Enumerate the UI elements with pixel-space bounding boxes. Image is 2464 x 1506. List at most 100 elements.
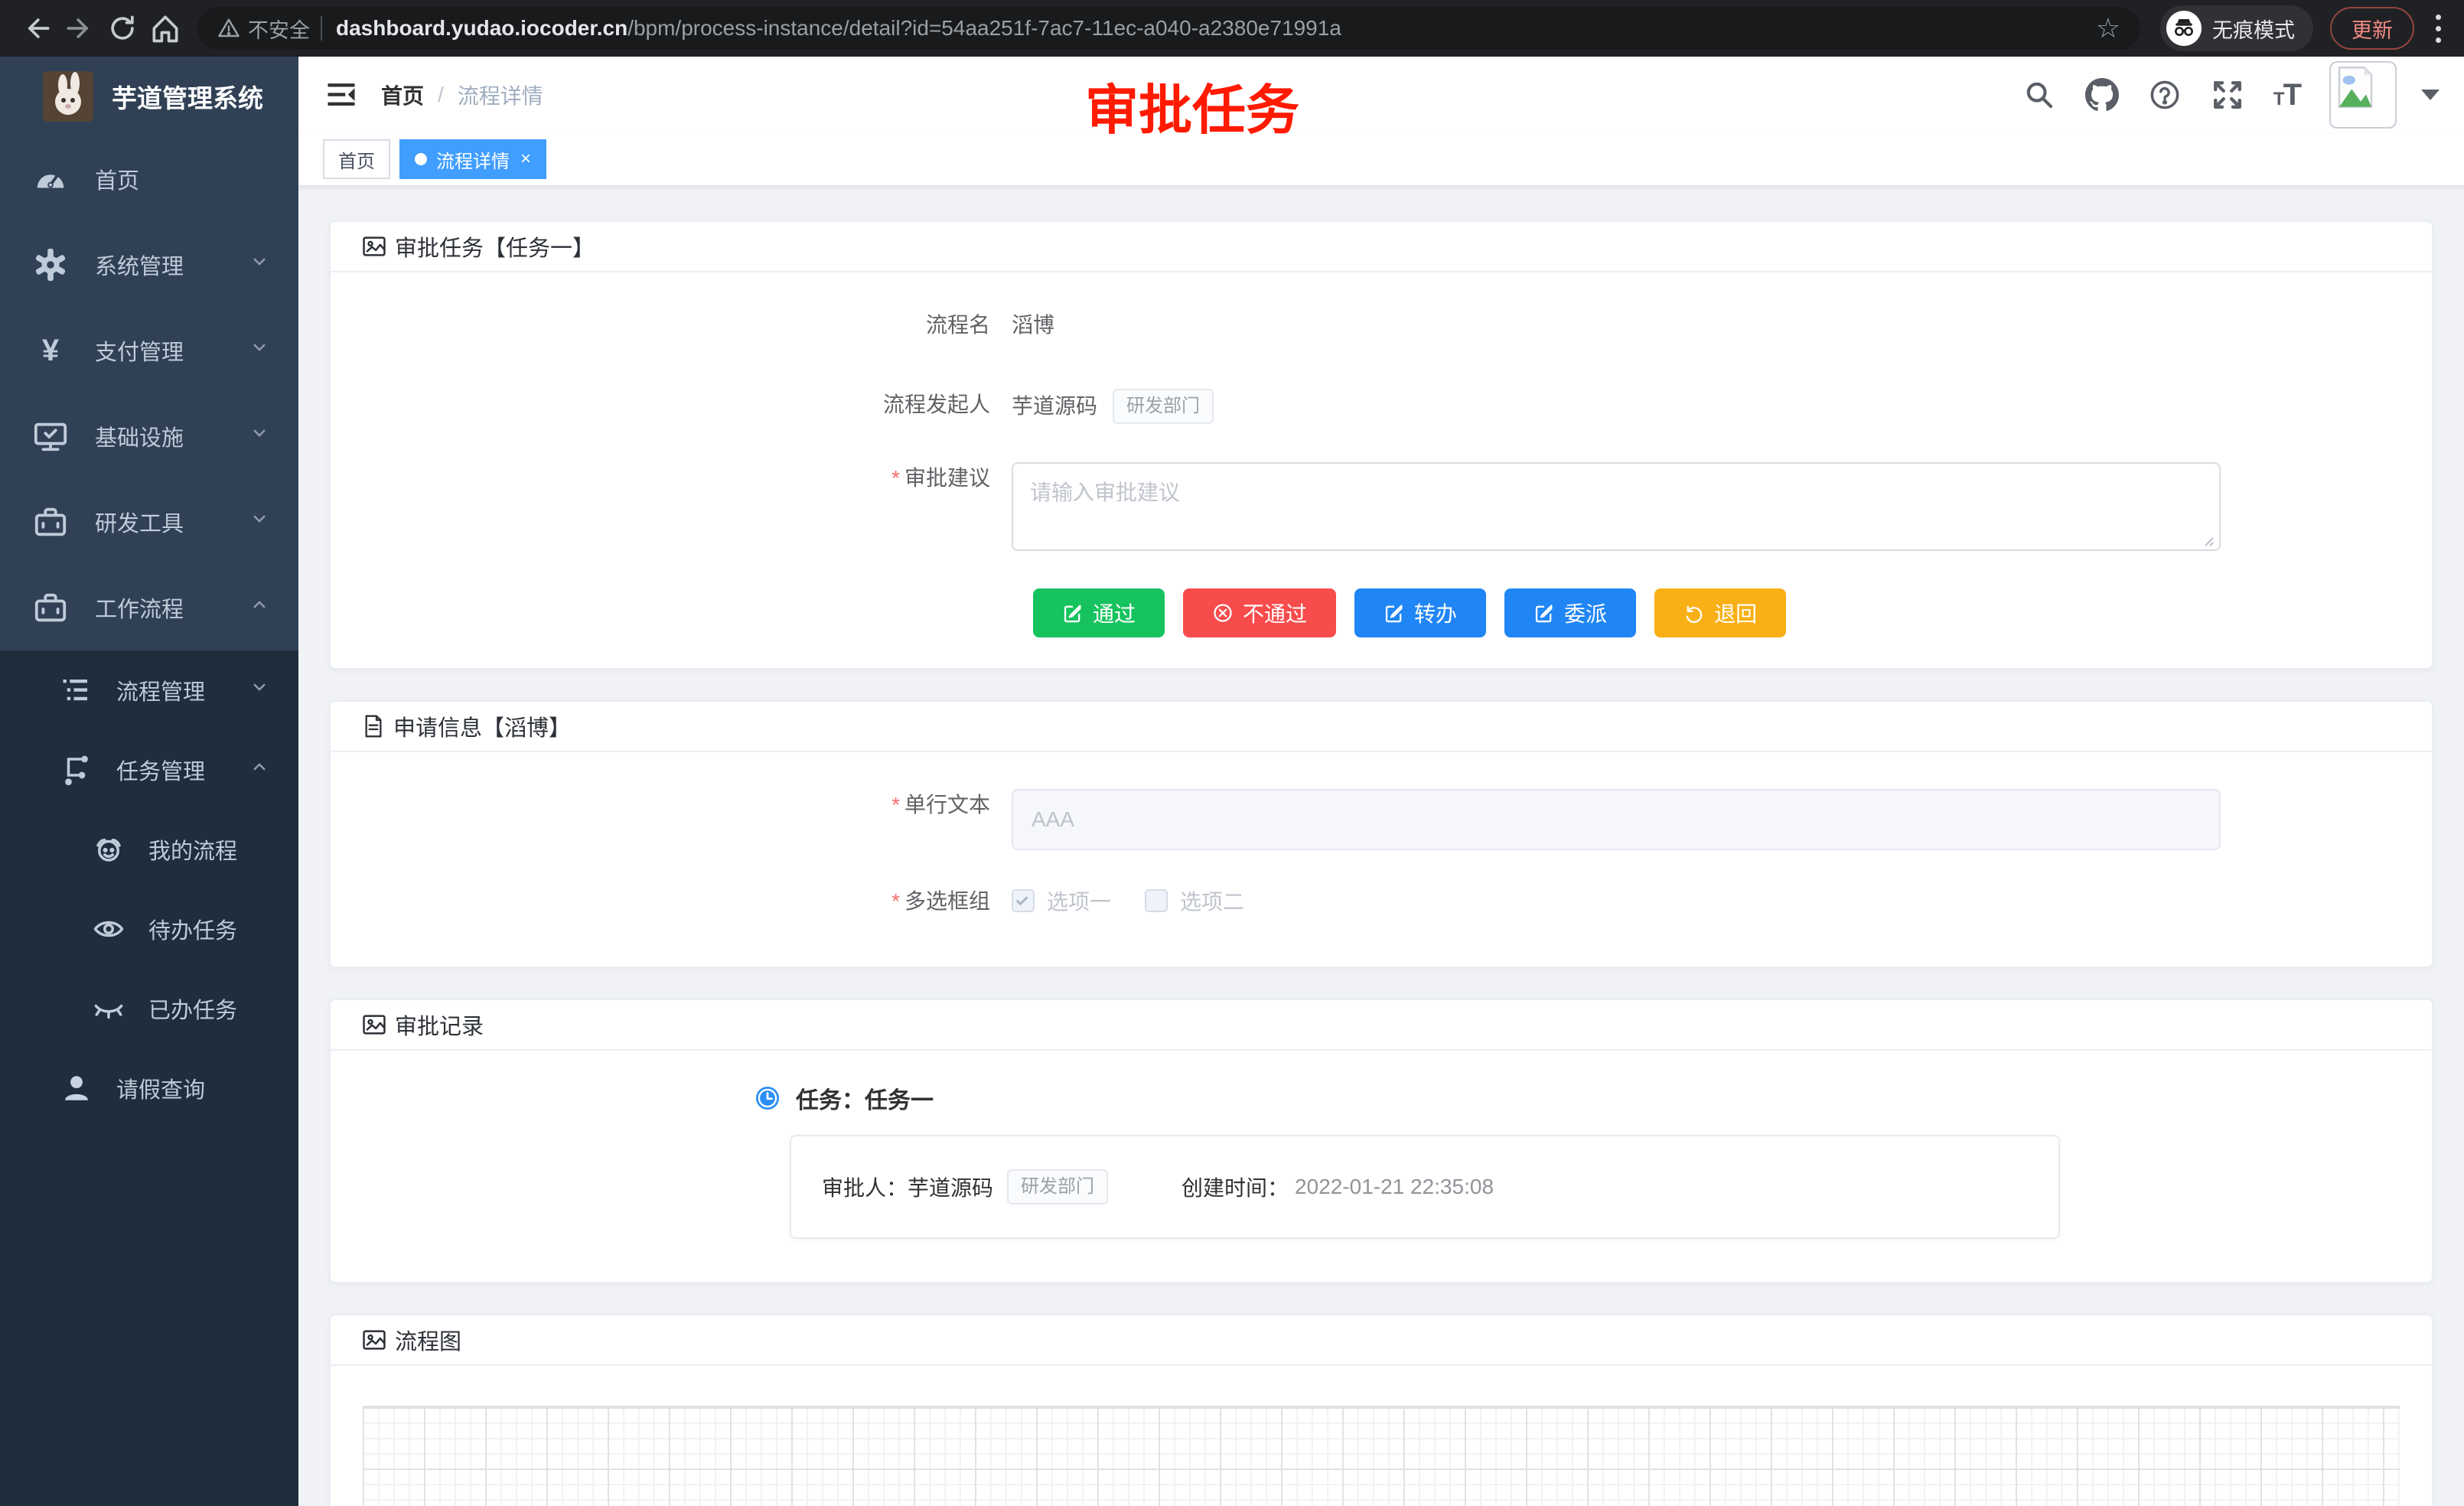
monitor-icon (32, 418, 69, 455)
edit-icon (1062, 602, 1084, 624)
process-name-label: 流程名 (361, 309, 1012, 341)
app-title: 芋道管理系统 (112, 78, 263, 115)
fullscreen-icon[interactable] (2211, 78, 2244, 112)
org-tree-icon (60, 753, 93, 787)
dashboard-icon (32, 161, 69, 197)
sidebar-item-payment[interactable]: ¥ 支付管理 (0, 308, 298, 393)
sidebar-item-label: 已办任务 (148, 993, 237, 1025)
active-tab-dot (415, 153, 427, 165)
card-title: 流程图 (395, 1324, 461, 1356)
approver-value: 芋道源码 (908, 1172, 993, 1202)
reject-button[interactable]: 不通过 (1183, 588, 1336, 637)
created-value: 2022-01-21 22:35:08 (1295, 1175, 1494, 1199)
incognito-icon (2166, 11, 2202, 46)
browser-back-button[interactable] (15, 7, 58, 50)
sidebar-item-my-process[interactable]: 我的流程 (0, 810, 298, 889)
sidebar-item-label: 研发工具 (95, 506, 184, 538)
opinion-textarea[interactable] (1012, 462, 2221, 551)
sidebar-item-leave-query[interactable]: 请假查询 (0, 1048, 298, 1128)
address-bar[interactable]: 不安全 dashboard.yudao.iocoder.cn/bpm/proce… (197, 7, 2140, 50)
browser-menu-button[interactable] (2428, 10, 2449, 47)
browser-home-button[interactable] (144, 7, 187, 50)
browser-update-button[interactable]: 更新 (2330, 7, 2414, 50)
chevron-down-icon (248, 422, 271, 451)
apply-info-card: 申请信息【滔博】 *单行文本 *多选框组 选项一 (329, 700, 2433, 968)
resize-handle-icon[interactable] (2202, 535, 2215, 547)
page-content: 审批任务【任务一】 流程名 滔博 流程发起人 芋道源码 研发部门 (298, 187, 2464, 1506)
transfer-button[interactable]: 转办 (1354, 588, 1486, 637)
close-icon[interactable]: × (520, 150, 531, 168)
sidebar-item-label: 系统管理 (95, 249, 184, 281)
sidebar-item-system[interactable]: 系统管理 (0, 222, 298, 308)
chevron-down-icon (248, 507, 271, 536)
checkbox-group: 选项一 选项二 (1012, 885, 1244, 916)
initiator-dept-tag: 研发部门 (1113, 389, 1214, 424)
return-button[interactable]: 退回 (1654, 588, 1786, 637)
sidebar-item-done-tasks[interactable]: 已办任务 (0, 969, 298, 1048)
sidebar-fold-icon[interactable] (323, 77, 360, 113)
chevron-up-icon (248, 593, 271, 622)
checkbox-option-1: 选项一 (1012, 885, 1111, 916)
edit-icon (1533, 602, 1555, 624)
tab-home[interactable]: 首页 (323, 139, 390, 179)
circle-close-icon (1212, 602, 1234, 624)
sidebar-item-infra[interactable]: 基础设施 (0, 393, 298, 479)
bpmn-canvas[interactable] (363, 1406, 2400, 1506)
sidebar-item-devtools[interactable]: 研发工具 (0, 479, 298, 565)
flow-diagram-card-header: 流程图 (331, 1315, 2432, 1366)
user-icon (60, 1071, 93, 1105)
edit-icon (1384, 602, 1405, 624)
face-icon (92, 833, 125, 866)
sidebar-item-task-mgmt[interactable]: 任务管理 (0, 730, 298, 810)
incognito-badge: 无痕模式 (2160, 5, 2313, 51)
initiator-label: 流程发起人 (361, 389, 1012, 421)
sidebar-item-todo-tasks[interactable]: 待办任务 (0, 889, 298, 969)
timeline-record-panel: 审批人：芋道源码 研发部门 创建时间： 2022-01-21 22:35:08 (790, 1135, 2060, 1239)
eye-closed-icon (92, 992, 125, 1025)
search-icon[interactable] (2022, 78, 2056, 112)
breadcrumb-current: 流程详情 (458, 80, 543, 110)
approve-button[interactable]: 通过 (1033, 588, 1165, 637)
list-tree-icon (60, 673, 93, 707)
sidebar-item-home[interactable]: 首页 (0, 136, 298, 222)
help-icon[interactable] (2148, 78, 2182, 112)
process-name-value: 滔博 (1012, 309, 1054, 341)
eye-open-icon (92, 912, 125, 946)
sidebar-item-process-mgmt[interactable]: 流程管理 (0, 650, 298, 730)
required-asterisk: * (891, 466, 900, 490)
sidebar-item-workflow[interactable]: 工作流程 (0, 565, 298, 650)
approval-record-card-header: 审批记录 (331, 1000, 2432, 1051)
toolbox-icon (32, 589, 69, 626)
browser-reload-button[interactable] (101, 7, 144, 50)
approval-timeline: 任务：任务一 审批人：芋道源码 研发部门 创建时间： 2022-01-21 22… (753, 1081, 2401, 1239)
breadcrumb-home[interactable]: 首页 (381, 80, 424, 110)
single-text-label: *单行文本 (361, 789, 1012, 821)
avatar-dropdown-caret[interactable] (2421, 90, 2440, 100)
avatar[interactable] (2329, 61, 2397, 129)
yen-icon: ¥ (32, 332, 69, 369)
chevron-up-icon (248, 755, 271, 784)
opinion-label: *审批建议 (361, 462, 1012, 494)
bookmark-star-icon[interactable]: ☆ (2096, 12, 2120, 44)
required-asterisk: * (891, 793, 900, 817)
github-icon[interactable] (2085, 78, 2119, 112)
sidebar-item-label: 我的流程 (148, 833, 237, 865)
single-text-input (1012, 789, 2221, 850)
checkbox-unchecked-icon (1145, 889, 1168, 912)
sidebar-logo[interactable]: 芋道管理系统 (0, 57, 298, 136)
incognito-label: 无痕模式 (2212, 14, 2295, 44)
apply-info-card-header: 申请信息【滔博】 (331, 702, 2432, 752)
chevron-down-icon (248, 336, 271, 365)
delegate-button[interactable]: 委派 (1504, 588, 1636, 637)
picture-icon (361, 1012, 387, 1038)
browser-forward-button[interactable] (58, 7, 101, 50)
tab-process-detail[interactable]: 流程详情 × (399, 139, 546, 179)
font-size-icon[interactable]: TT (2273, 78, 2300, 112)
sidebar-item-label: 支付管理 (95, 334, 184, 367)
sidebar-item-label: 流程管理 (116, 674, 205, 706)
required-asterisk: * (891, 889, 900, 913)
approval-task-card: 审批任务【任务一】 流程名 滔博 流程发起人 芋道源码 研发部门 (329, 220, 2433, 670)
sidebar-item-label: 基础设施 (95, 420, 184, 452)
url-host: dashboard.yudao.iocoder.cn (336, 16, 627, 41)
sidebar-item-label: 请假查询 (116, 1072, 205, 1104)
